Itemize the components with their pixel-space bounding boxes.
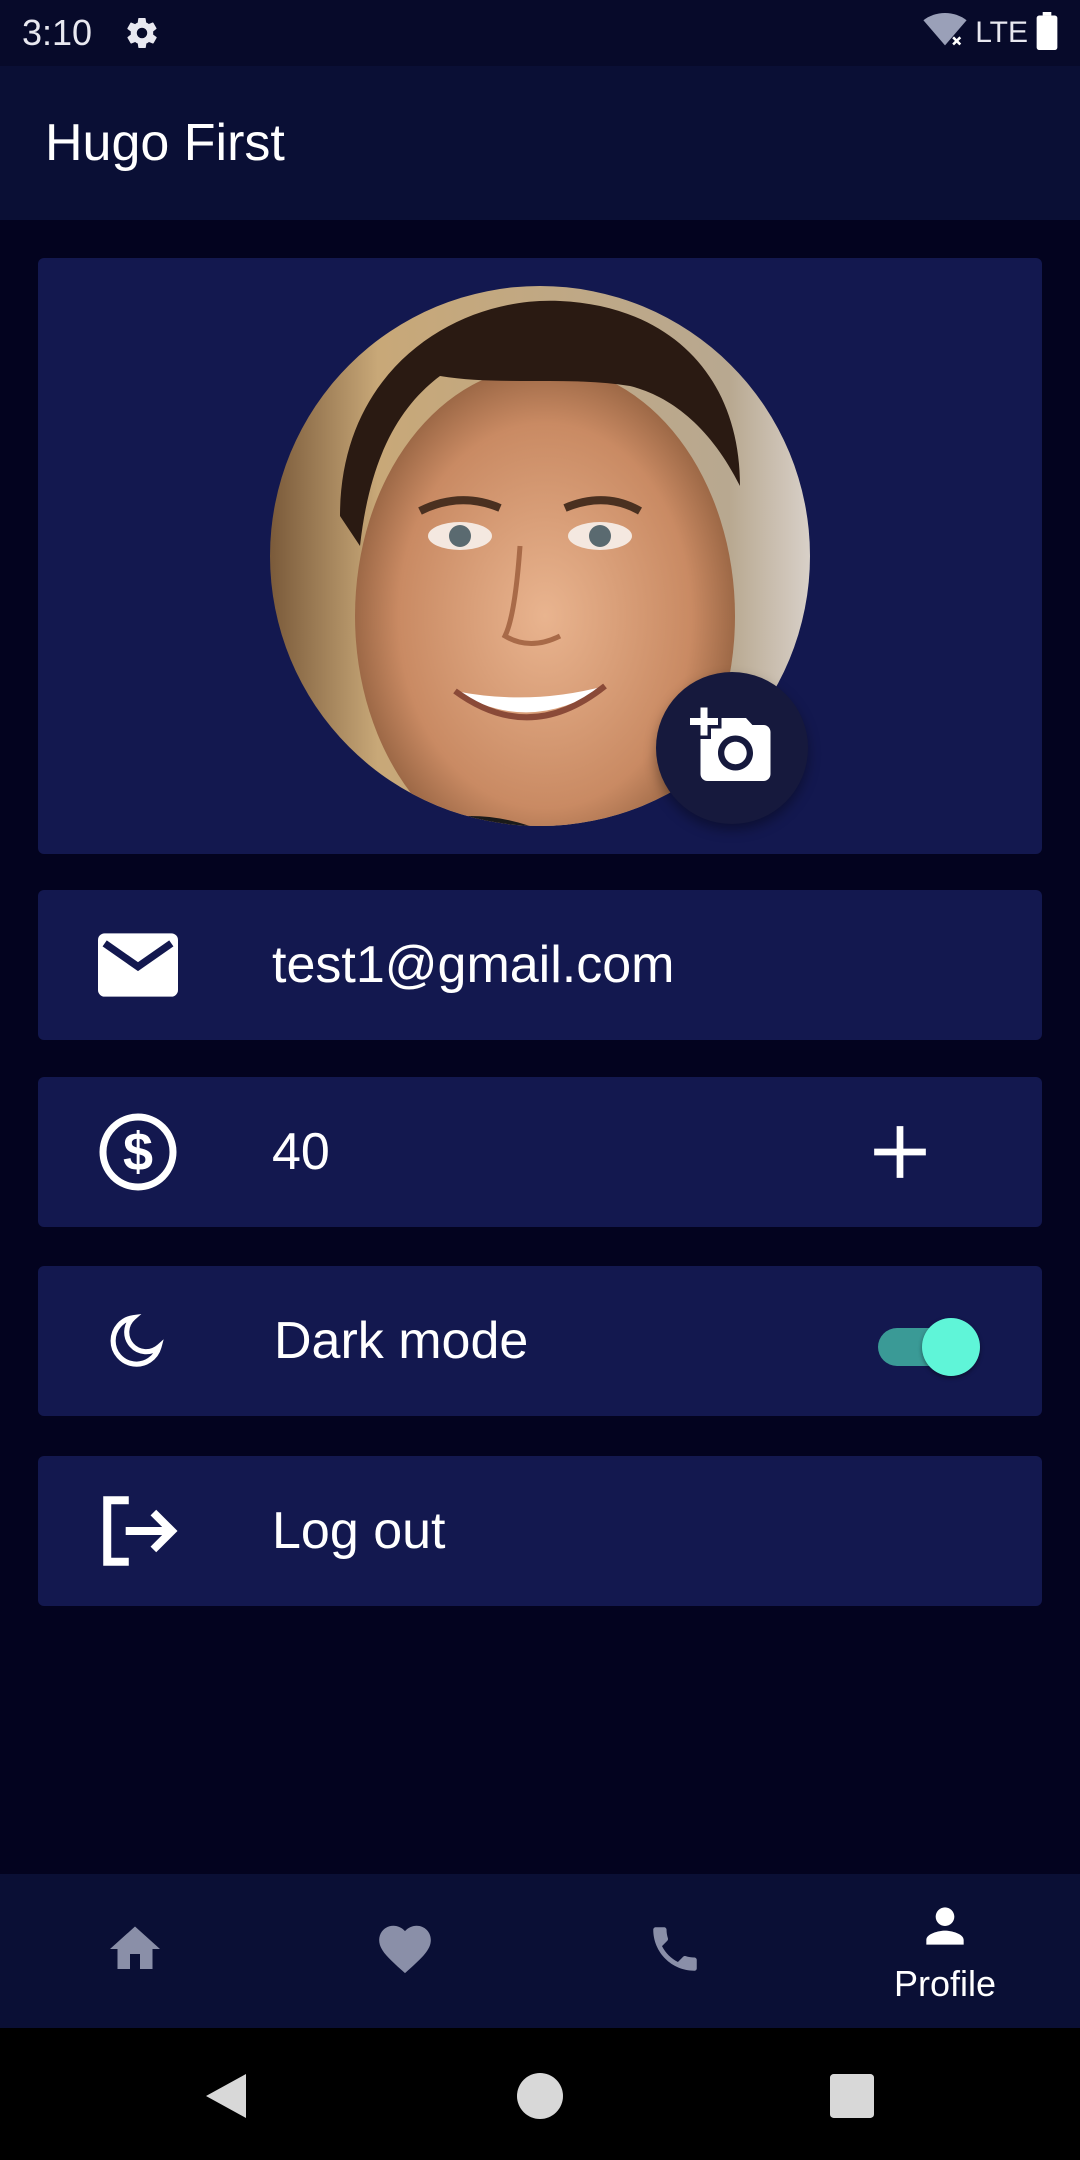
svg-text:$: $	[123, 1122, 153, 1182]
email-row: test1@gmail.com	[38, 890, 1042, 1040]
dark-mode-row: Dark mode	[38, 1266, 1042, 1416]
home-circle-icon	[517, 2073, 563, 2119]
person-icon	[917, 1898, 973, 1959]
page-title: Hugo First	[45, 114, 285, 172]
home-button[interactable]	[510, 2066, 570, 2126]
nav-item-home[interactable]	[0, 1874, 270, 2028]
logout-label: Log out	[272, 1502, 446, 1560]
recents-icon	[830, 2074, 874, 2118]
status-bar: 3:10 LTE	[0, 0, 1080, 66]
dollar-icon: $	[98, 1112, 178, 1192]
nav-item-profile[interactable]: Profile	[810, 1874, 1080, 2028]
email-icon	[98, 925, 178, 1005]
recents-button[interactable]	[822, 2066, 882, 2126]
moon-icon	[98, 1301, 178, 1381]
status-time: 3:10	[22, 12, 93, 53]
status-indicators: LTE	[923, 11, 1058, 55]
change-photo-button[interactable]	[656, 672, 808, 824]
phone-icon	[646, 1920, 704, 1983]
balance-row: $ 40	[38, 1077, 1042, 1227]
app-bar: Hugo First	[0, 66, 1080, 220]
email-value: test1@gmail.com	[272, 936, 675, 994]
heart-icon	[374, 1918, 436, 1985]
profile-card	[38, 258, 1042, 854]
network-type: LTE	[975, 16, 1028, 49]
back-button[interactable]	[196, 2066, 256, 2126]
add-balance-button[interactable]	[860, 1112, 940, 1192]
logout-row[interactable]: Log out	[38, 1456, 1042, 1606]
gear-icon	[122, 13, 162, 53]
back-icon	[206, 2074, 246, 2118]
system-nav-bar	[0, 2028, 1080, 2160]
bottom-nav: Profile	[0, 1874, 1080, 2028]
plus-icon	[874, 1126, 926, 1178]
logout-icon	[98, 1491, 178, 1571]
nav-item-favorites[interactable]	[270, 1874, 540, 2028]
add-photo-icon	[690, 704, 774, 793]
balance-value: 40	[272, 1123, 330, 1181]
dark-mode-label: Dark mode	[274, 1312, 529, 1370]
toggle-thumb	[922, 1318, 980, 1376]
nav-item-calls[interactable]	[540, 1874, 810, 2028]
dark-mode-toggle[interactable]	[870, 1306, 980, 1376]
battery-icon	[1036, 11, 1058, 55]
home-icon	[105, 1919, 165, 1984]
nav-label-profile: Profile	[893, 1962, 997, 2004]
wifi-off-icon	[923, 12, 967, 54]
